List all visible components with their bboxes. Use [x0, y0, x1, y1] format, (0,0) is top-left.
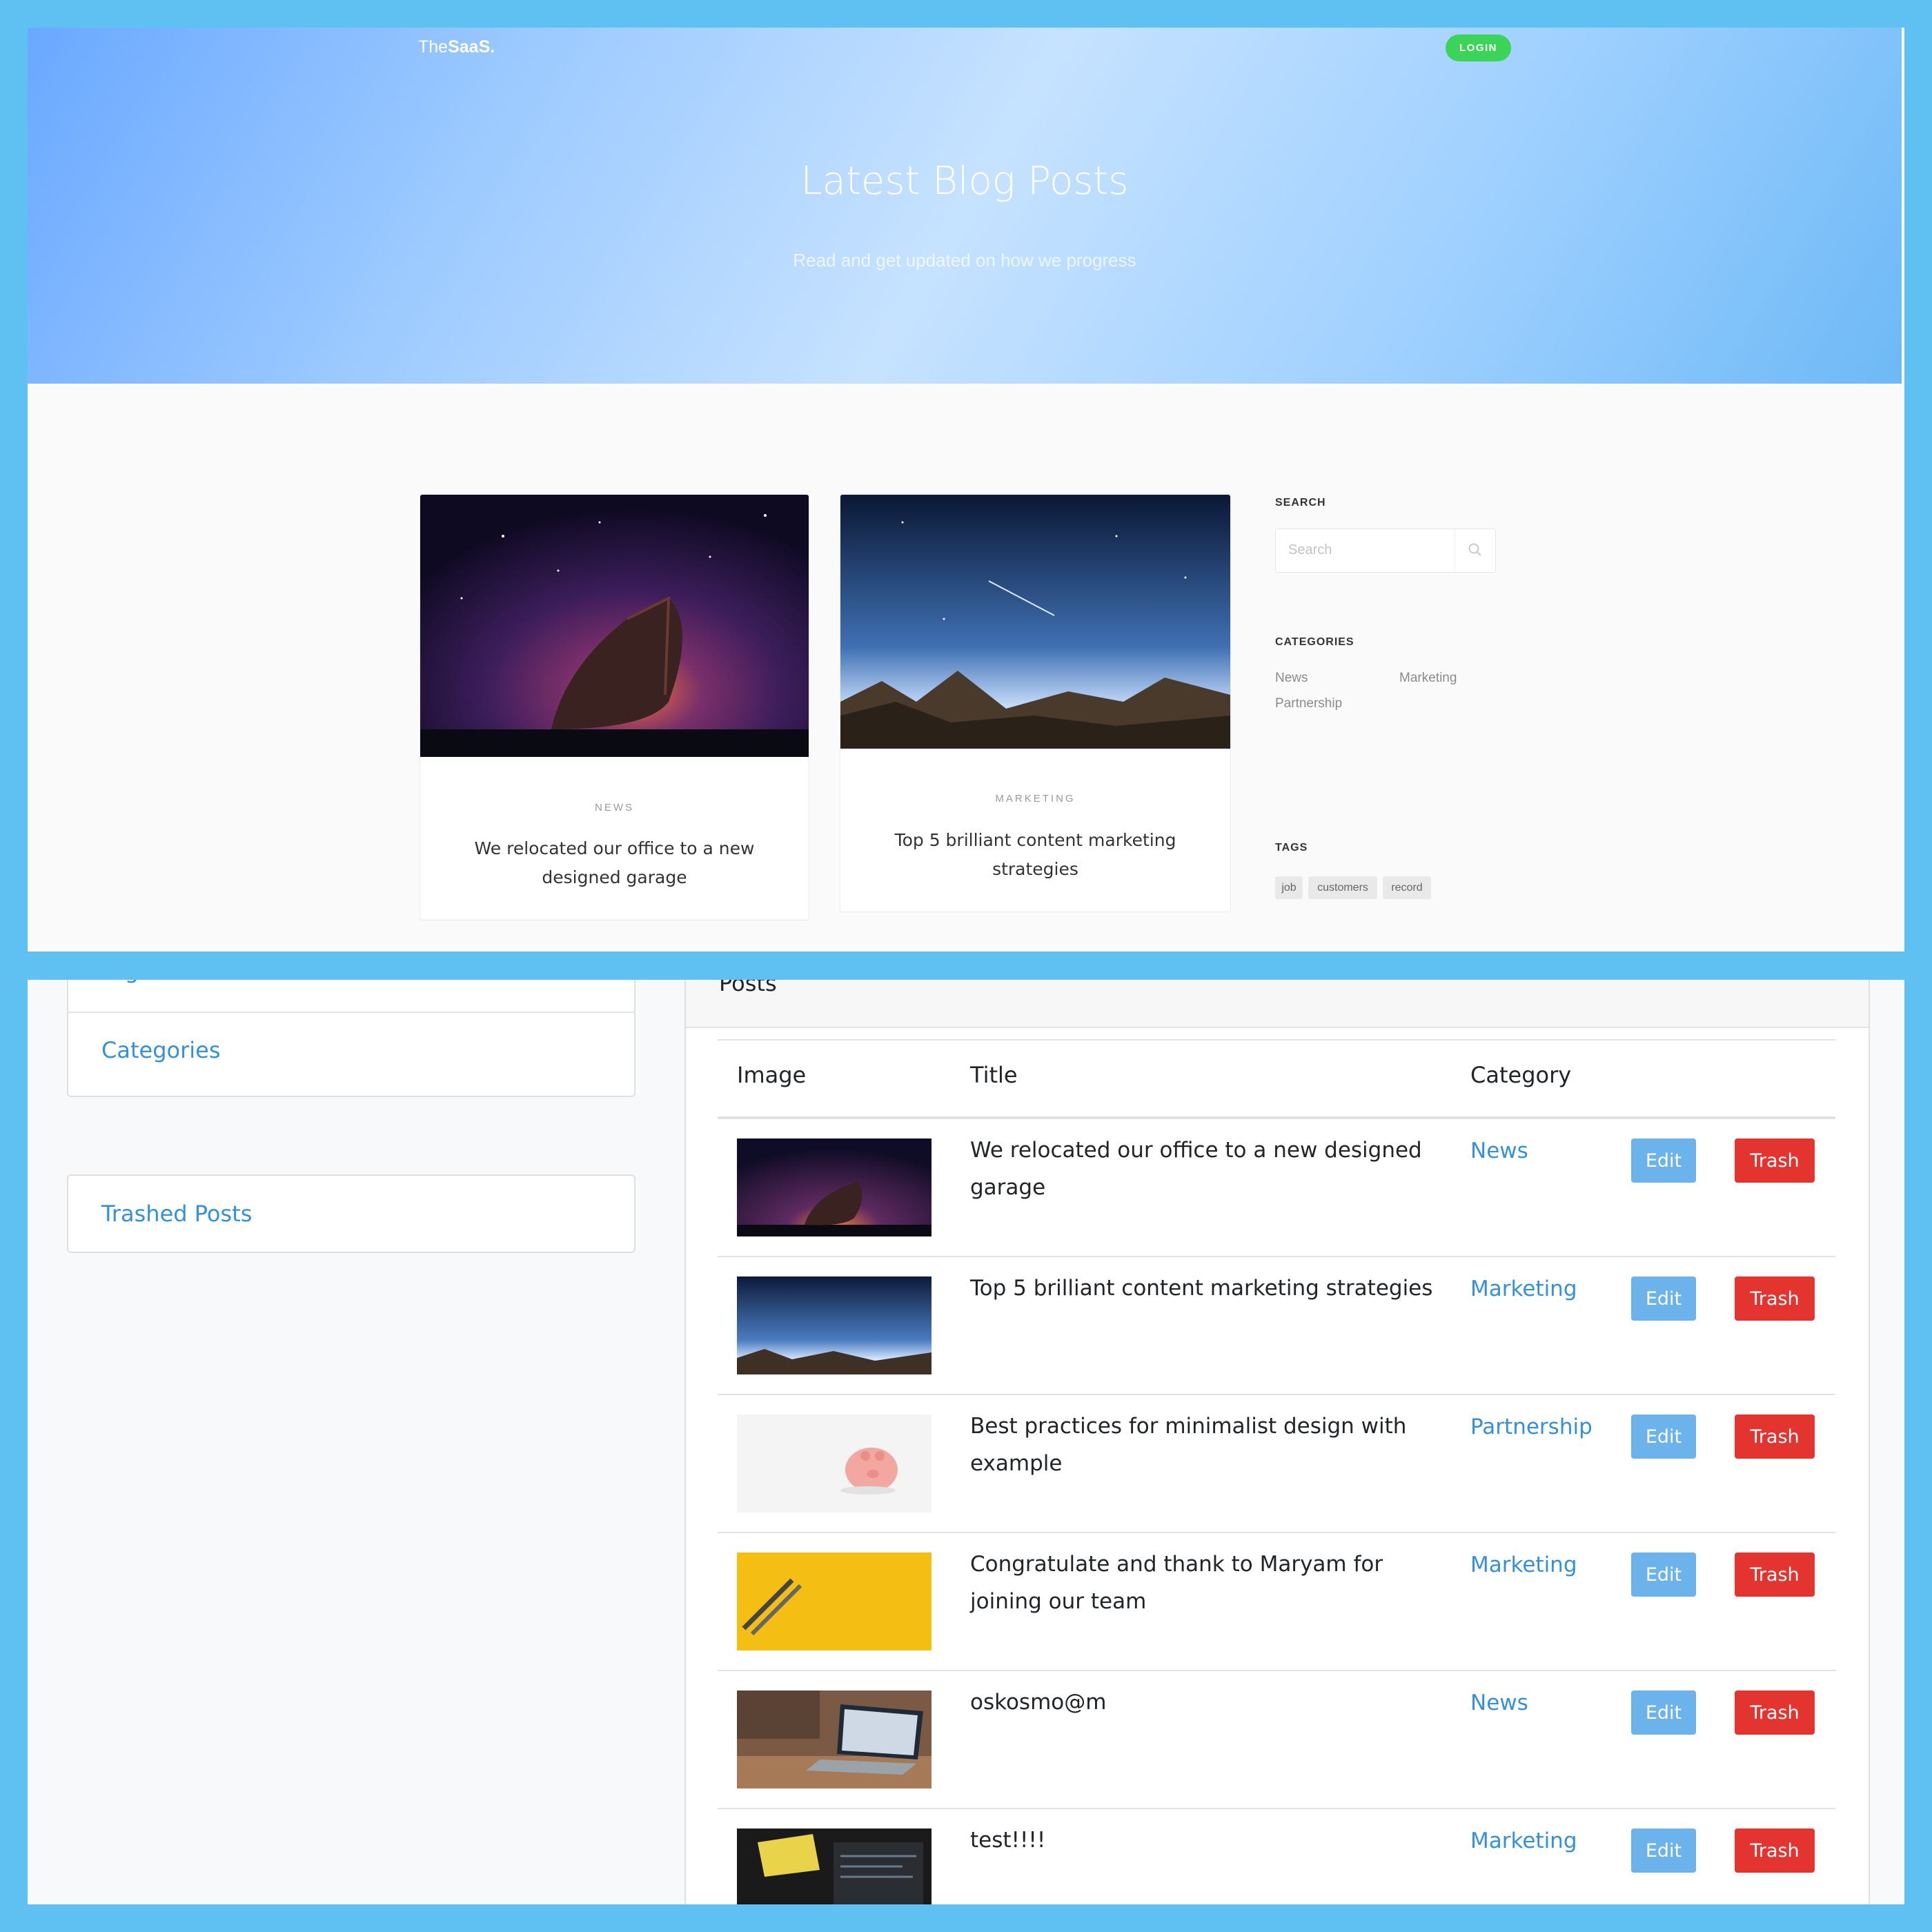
blog-card[interactable]: MARKETING Top 5 brilliant content market… [840, 494, 1231, 912]
nav-item-trashed-posts[interactable]: Trashed Posts [68, 1176, 634, 1252]
column-header-category: Category [1470, 1062, 1572, 1088]
post-category-link[interactable]: News [1470, 1138, 1528, 1163]
row-divider [718, 1256, 1835, 1257]
mountain-thumbnail [737, 1276, 931, 1374]
post-thumbnail [737, 1276, 931, 1374]
card-title[interactable]: We relocated our office to a new designe… [434, 834, 795, 892]
post-thumbnail [737, 1828, 931, 1904]
trash-button[interactable]: Trash [1735, 1414, 1815, 1459]
trash-button[interactable]: Trash [1735, 1828, 1815, 1873]
posts-card-header: Posts [686, 980, 1869, 1028]
card-title[interactable]: Top 5 brilliant content marketing strate… [854, 826, 1216, 884]
post-title: Top 5 brilliant content marketing strate… [970, 1276, 1433, 1301]
dark-screen-thumbnail [737, 1828, 931, 1904]
blog-card[interactable]: NEWS We relocated our office to a new de… [420, 494, 809, 920]
hero-banner: TheSaaS. LOGIN Latest Blog Posts Read an… [28, 28, 1902, 384]
brand-logo[interactable]: TheSaaS. [418, 37, 495, 57]
post-category-link[interactable]: Marketing [1470, 1828, 1577, 1853]
nav-item-tags[interactable]: Tags [68, 980, 634, 1009]
post-title: test!!!! [970, 1828, 1046, 1853]
trash-button[interactable]: Trash [1735, 1276, 1815, 1321]
card-category: MARKETING [995, 793, 1076, 805]
brand-prefix: The [418, 37, 448, 57]
table-header-border [718, 1116, 1835, 1119]
edit-button[interactable]: Edit [1631, 1690, 1696, 1735]
tag-job[interactable]: job [1275, 876, 1303, 899]
row-divider [718, 1532, 1835, 1533]
piggy-bank-thumbnail [737, 1414, 931, 1512]
row-divider [718, 1394, 1835, 1395]
post-thumbnail [737, 1138, 931, 1236]
post-title: Best practices for minimalist design wit… [970, 1414, 1407, 1476]
post-thumbnail [737, 1414, 931, 1512]
column-header-image: Image [737, 1062, 807, 1088]
search-icon[interactable] [1455, 529, 1495, 571]
row-divider [718, 1670, 1835, 1671]
post-category-link[interactable]: Marketing [1470, 1552, 1577, 1577]
column-header-title: Title [970, 1062, 1018, 1088]
post-category-link[interactable]: Marketing [1470, 1276, 1577, 1301]
tags-heading: TAGS [1275, 842, 1308, 854]
trash-button[interactable]: Trash [1735, 1690, 1815, 1735]
brand-bold: SaaS. [448, 37, 495, 57]
card-category: NEWS [595, 802, 634, 814]
nav-list: Tags Categories [67, 980, 635, 1097]
post-thumbnail [737, 1552, 931, 1650]
trash-button[interactable]: Trash [1735, 1552, 1815, 1597]
login-button[interactable]: LOGIN [1446, 34, 1511, 61]
edit-button[interactable]: Edit [1631, 1138, 1696, 1183]
pencils-thumbnail [737, 1552, 931, 1650]
tag-customers[interactable]: customers [1308, 876, 1377, 899]
search-box [1275, 529, 1496, 573]
trashed-nav: Trashed Posts [67, 1174, 635, 1253]
blog-page-screenshot: TheSaaS. LOGIN Latest Blog Posts Read an… [28, 28, 1904, 952]
search-input[interactable] [1276, 529, 1454, 571]
hero-subtitle: Read and get updated on how we progress [793, 250, 1136, 270]
admin-page-screenshot: Tags Categories Trashed Posts Posts Imag… [28, 980, 1904, 1904]
search-heading: SEARCH [1275, 497, 1326, 509]
category-link-news[interactable]: News [1275, 671, 1308, 686]
post-title: We relocated our office to a new designe… [970, 1138, 1422, 1200]
boat-image [420, 495, 809, 757]
trash-button[interactable]: Trash [1735, 1138, 1815, 1183]
boat-thumbnail [737, 1138, 931, 1236]
category-link-marketing[interactable]: Marketing [1399, 671, 1457, 686]
edit-button[interactable]: Edit [1631, 1414, 1696, 1459]
table-top-border [718, 1039, 1835, 1041]
post-title: Congratulate and thank to Maryam for joi… [970, 1552, 1383, 1614]
nav-item-categories[interactable]: Categories [68, 1012, 634, 1087]
posts-header-title: Posts [719, 980, 777, 996]
tag-record[interactable]: record [1383, 876, 1431, 899]
category-link-partnership[interactable]: Partnership [1275, 696, 1342, 711]
edit-button[interactable]: Edit [1631, 1828, 1696, 1873]
categories-heading: CATEGORIES [1275, 636, 1354, 648]
post-category-link[interactable]: News [1470, 1690, 1528, 1715]
posts-card: Posts Image Title Category We relocated … [684, 980, 1870, 1904]
edit-button[interactable]: Edit [1631, 1276, 1696, 1321]
edit-button[interactable]: Edit [1631, 1552, 1696, 1597]
laptop-thumbnail [737, 1690, 931, 1788]
post-category-link[interactable]: Partnership [1470, 1414, 1593, 1439]
mountain-image [840, 495, 1230, 749]
row-divider [718, 1808, 1835, 1809]
post-title: oskosmo@m [970, 1690, 1107, 1715]
post-thumbnail [737, 1690, 931, 1788]
hero-title: Latest Blog Posts [800, 159, 1129, 204]
